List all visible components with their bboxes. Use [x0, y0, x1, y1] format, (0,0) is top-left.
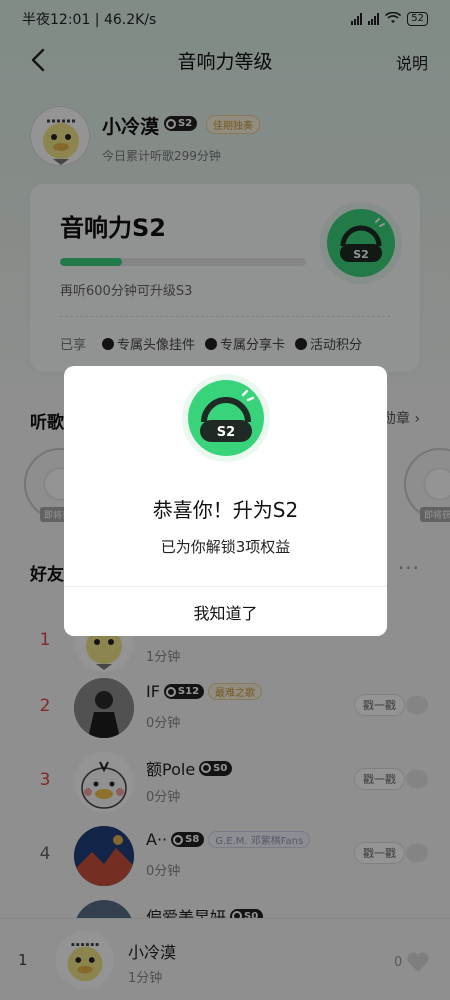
- dialog-title: 恭喜你！升为S2: [152, 498, 299, 522]
- dialog-subtitle: 已为你解锁3项权益: [160, 538, 291, 556]
- headphone-badge-icon: S2: [182, 374, 270, 462]
- level-up-dialog: S2 恭喜你！升为S2 已为你解锁3项权益 我知道了: [64, 366, 387, 636]
- confirm-button[interactable]: 我知道了: [64, 587, 387, 636]
- svg-text:S2: S2: [217, 425, 235, 440]
- page: 半夜12:01 | 46.2K/s 52 音响力等级 说明 小冷漠 S2 佳期独…: [0, 0, 450, 1000]
